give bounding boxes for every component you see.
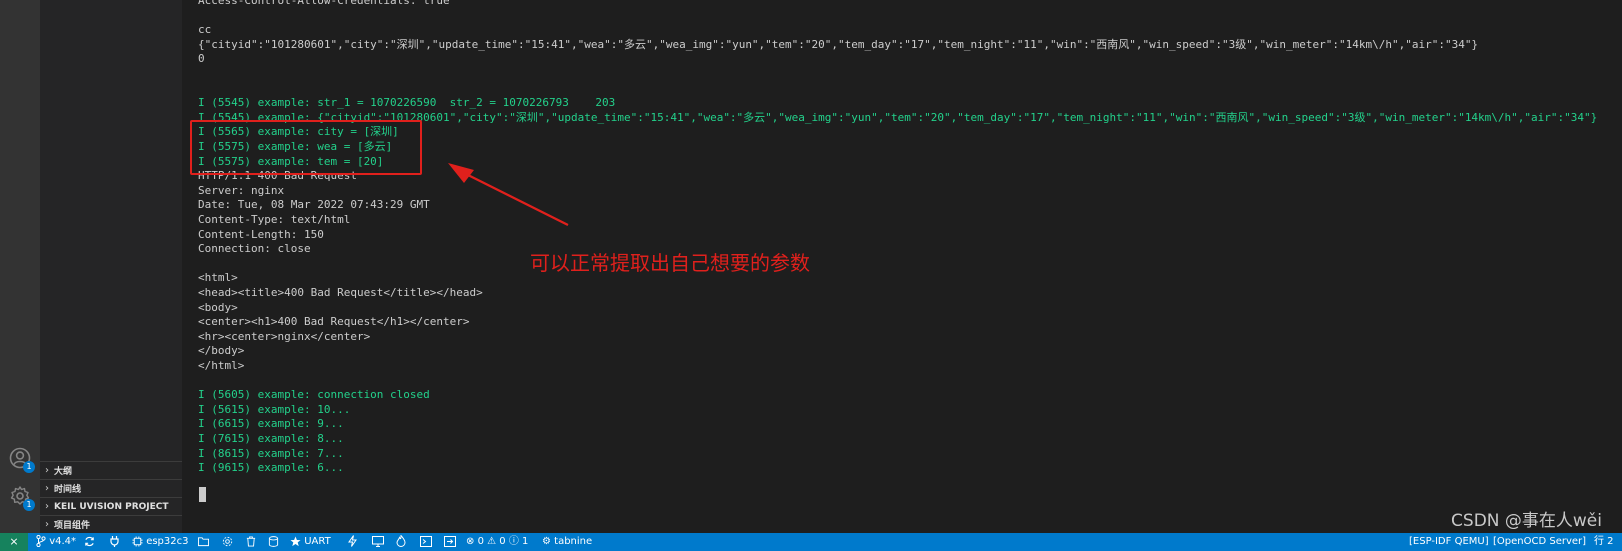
error-count: 0 <box>477 536 484 547</box>
sdk-config-button[interactable] <box>198 533 209 551</box>
warning-count: 0 <box>499 536 506 547</box>
info-count: 1 <box>522 536 529 547</box>
build-cylinder-icon <box>268 535 279 547</box>
tabnine-icon: ⚙ <box>542 536 551 547</box>
chip-icon <box>132 535 143 547</box>
flash-method-button[interactable]: UART <box>290 533 331 551</box>
monitor-button[interactable] <box>372 533 384 551</box>
tabnine-label: tabnine <box>554 536 593 547</box>
terminal-button[interactable] <box>420 533 432 551</box>
trash-icon <box>246 535 256 547</box>
branch-item[interactable]: v4.4* <box>36 533 76 551</box>
folder-icon <box>198 536 209 546</box>
lightning-icon <box>348 535 357 547</box>
target-label: esp32c3 <box>146 536 189 547</box>
annotation-arrow-icon <box>448 163 569 226</box>
monitor-icon <box>372 535 384 547</box>
plug-button[interactable] <box>110 533 119 551</box>
flash-method-label: UART <box>304 536 331 547</box>
full-clean-button[interactable] <box>246 533 256 551</box>
flash-button[interactable] <box>348 533 357 551</box>
git-branch-icon <box>36 535 46 547</box>
menuconfig-button[interactable] <box>222 533 233 551</box>
remote-button[interactable]: ⨯ <box>0 533 28 551</box>
line-indicator[interactable]: 行 2 <box>1594 533 1614 551</box>
annotation-text: 可以正常提取出自己想要的参数 <box>530 251 810 275</box>
status-bar: ⨯ v4.4* esp32c3 UART ⊗ 0 ⚠ 0 ⓘ 1 ⚙ tabni… <box>0 533 1622 551</box>
flame-icon <box>396 535 406 547</box>
info-icon: ⓘ <box>508 536 519 547</box>
build-button[interactable] <box>268 533 279 551</box>
warning-icon: ⚠ <box>487 536 497 547</box>
settings-gear-icon <box>222 536 233 546</box>
error-icon: ⊗ <box>466 536 475 547</box>
problems-item[interactable]: ⊗ 0 ⚠ 0 ⓘ 1 <box>466 533 528 551</box>
openocd-item[interactable]: [OpenOCD Server] <box>1493 533 1586 551</box>
custom-task-button[interactable] <box>444 533 456 551</box>
terminal-icon <box>420 535 432 547</box>
plug-icon <box>110 536 119 547</box>
tabnine-item[interactable]: ⚙ tabnine <box>542 533 592 551</box>
star-icon <box>290 535 301 546</box>
sync-icon <box>85 536 94 546</box>
build-flash-monitor-button[interactable] <box>396 533 406 551</box>
watermark: CSDN @事在人wěi <box>1451 511 1602 531</box>
qemu-item[interactable]: [ESP-IDF QEMU] <box>1409 533 1489 551</box>
run-task-icon <box>444 535 456 547</box>
sync-button[interactable] <box>84 533 95 551</box>
branch-label: v4.4* <box>49 536 77 547</box>
target-selector[interactable]: esp32c3 <box>132 533 188 551</box>
